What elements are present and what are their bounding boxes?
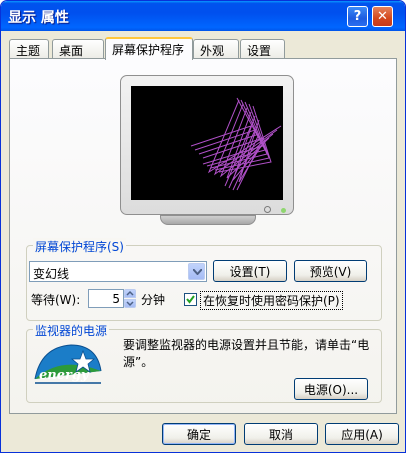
monitor-stand: [160, 215, 256, 225]
wait-label: 等待(W):: [31, 293, 81, 307]
password-protect-checkbox[interactable]: [184, 293, 197, 306]
screensaver-group-label: 屏幕保护程序(S): [33, 238, 126, 255]
password-protect-label[interactable]: 在恢复时使用密码保护(P): [200, 291, 343, 310]
monitor-power-led: [281, 208, 286, 213]
tab-label: 外观: [200, 44, 225, 58]
energy-star-logo: energy: [34, 344, 102, 384]
power-button-label: 电源(O)...: [303, 382, 359, 397]
power-group-label: 监视器的电源: [33, 322, 110, 339]
mystify-lines-graphic: [190, 97, 282, 191]
minutes-label: 分钟: [141, 293, 166, 307]
power-button[interactable]: 电源(O)...: [294, 378, 368, 400]
apply-button[interactable]: 应用(A): [325, 423, 399, 445]
ok-button-label: 确定: [186, 427, 211, 442]
monitor-power-button: [264, 206, 271, 213]
preview-button[interactable]: 预览(V): [294, 260, 367, 282]
monitor-preview: [120, 75, 294, 215]
energy-logo-text: energy: [39, 368, 90, 383]
screensaver-select[interactable]: 变幻线: [29, 261, 207, 282]
ok-button[interactable]: 确定: [162, 423, 236, 445]
checkmark-icon: [186, 295, 195, 304]
preview-screen: [131, 86, 283, 200]
screensaver-selected-value: 变幻线: [33, 267, 70, 281]
window-title: 显示 属性: [8, 10, 69, 26]
preview-button-label: 预览(V): [309, 264, 352, 279]
tab-screensaver[interactable]: 屏幕保护程序: [105, 37, 193, 60]
display-properties-window: 显示 属性 ? ✕ 主题 桌面 屏幕保护程序 外观 设置 屏幕保护程序(S) 监…: [0, 0, 406, 453]
dropdown-button[interactable]: [188, 263, 205, 280]
tab-label: 屏幕保护程序: [112, 43, 185, 57]
tab-themes[interactable]: 主题: [9, 39, 49, 59]
close-button[interactable]: ✕: [372, 6, 393, 27]
settings-button-label: 设置(T): [229, 264, 271, 279]
tab-appearance[interactable]: 外观: [193, 39, 239, 59]
tab-label: 主题: [16, 44, 41, 58]
title-bar[interactable]: 显示 属性 ? ✕: [1, 1, 405, 31]
cancel-button[interactable]: 取消: [244, 423, 318, 445]
wait-minutes-spinner[interactable]: [124, 289, 136, 308]
power-description: 要调整监视器的电源设置并且节能，请单击“电源”。: [123, 338, 370, 369]
tab-label: 桌面: [59, 44, 84, 58]
spin-down-icon[interactable]: [124, 299, 136, 308]
settings-button[interactable]: 设置(T): [213, 260, 287, 282]
wait-minutes-input[interactable]: 5: [88, 289, 124, 308]
close-icon: ✕: [377, 9, 388, 24]
wait-minutes-value: 5: [112, 292, 120, 306]
apply-button-label: 应用(A): [341, 427, 383, 442]
chevron-down-icon: [193, 269, 202, 275]
tab-desktop[interactable]: 桌面: [52, 39, 104, 59]
help-icon: ?: [353, 9, 362, 24]
tab-settings[interactable]: 设置: [240, 39, 285, 59]
cancel-button-label: 取消: [268, 427, 293, 442]
spin-up-icon[interactable]: [124, 289, 136, 298]
tab-label: 设置: [247, 44, 272, 58]
help-button[interactable]: ?: [347, 6, 368, 27]
